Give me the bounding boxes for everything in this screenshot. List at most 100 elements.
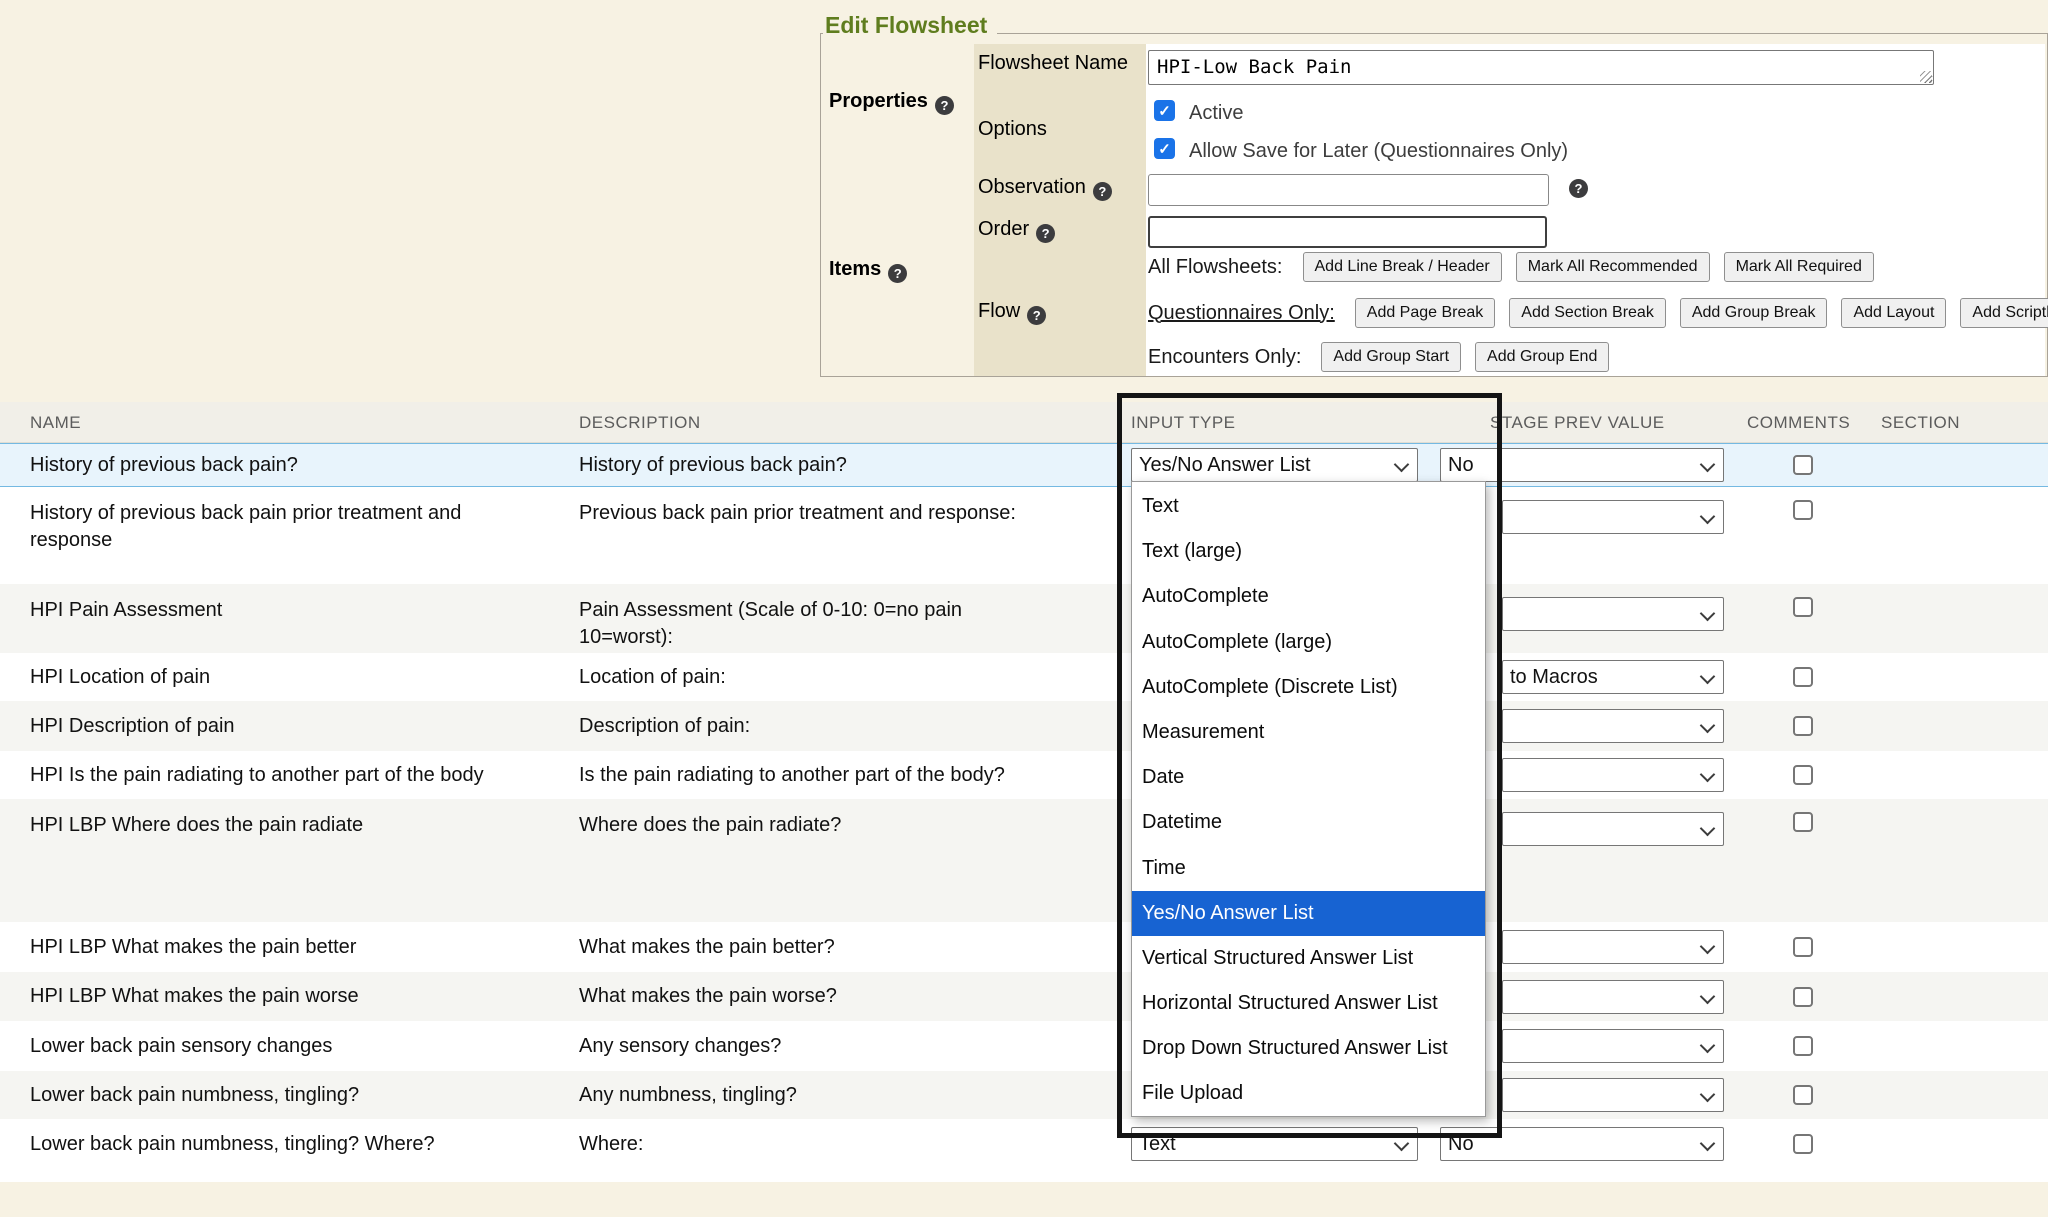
row-section-cell (1881, 922, 2001, 972)
input-type-select[interactable]: Text (1131, 1127, 1418, 1161)
row-comments-cell (1793, 922, 1823, 972)
add-section-break-button[interactable]: Add Section Break (1509, 298, 1666, 328)
comments-checkbox[interactable] (1793, 1085, 1813, 1105)
add-group-start-button[interactable]: Add Group Start (1321, 342, 1461, 372)
add-group-break-button[interactable]: Add Group Break (1680, 298, 1828, 328)
check-icon: ✓ (1158, 140, 1171, 158)
comments-checkbox[interactable] (1793, 716, 1813, 736)
table-row[interactable]: HPI LBP What makes the pain better What … (0, 922, 2048, 972)
row-section-cell (1881, 751, 2001, 799)
label-column-background (974, 44, 1146, 376)
order-input[interactable] (1148, 216, 1547, 248)
table-row[interactable]: HPI LBP Where does the pain radiate Wher… (0, 799, 2048, 922)
comments-checkbox[interactable] (1793, 765, 1813, 785)
add-scriptlet-button[interactable]: Add Scriptlet (1960, 298, 2048, 328)
dropdown-option[interactable]: AutoComplete (large) (1132, 620, 1485, 665)
stage-prev-select[interactable]: No (1440, 1127, 1724, 1161)
stage-prev-select[interactable] (1502, 758, 1724, 792)
dropdown-option[interactable]: AutoComplete (1132, 574, 1485, 619)
dropdown-option[interactable]: Date (1132, 755, 1485, 800)
dropdown-option[interactable]: Datetime (1132, 800, 1485, 845)
row-description-cell: Any sensory changes? (579, 1021, 1039, 1071)
input-type-select[interactable]: Yes/No Answer List (1131, 448, 1418, 482)
help-icon[interactable]: ? (935, 96, 954, 115)
stage-prev-select[interactable] (1502, 812, 1724, 846)
help-icon[interactable]: ? (1569, 179, 1588, 198)
comments-checkbox[interactable] (1793, 500, 1813, 520)
header-section: SECTION (1881, 402, 1960, 443)
comments-checkbox[interactable] (1793, 1134, 1813, 1154)
encounters-only-row: Encounters Only: Add Group Start Add Gro… (1148, 340, 1609, 374)
table-row[interactable]: Lower back pain numbness, tingling? Any … (0, 1071, 2048, 1119)
chevron-down-icon (1700, 939, 1716, 955)
dropdown-option[interactable]: Horizontal Structured Answer List (1132, 981, 1485, 1026)
row-stage-prev-cell: No (1440, 444, 1724, 486)
help-icon[interactable]: ? (888, 264, 907, 283)
mark-all-recommended-button[interactable]: Mark All Recommended (1516, 252, 1710, 282)
table-row[interactable]: History of previous back pain prior trea… (0, 487, 2048, 584)
row-comments-cell (1793, 972, 1823, 1021)
stage-prev-select[interactable]: to Macros (1502, 660, 1724, 694)
dropdown-option-selected[interactable]: Yes/No Answer List (1132, 891, 1485, 936)
dropdown-option[interactable]: File Upload (1132, 1071, 1485, 1116)
flowsheet-name-input[interactable]: HPI-Low Back Pain (1148, 50, 1934, 85)
table-row[interactable]: History of previous back pain? History o… (0, 443, 2048, 487)
properties-section-label: Properties? (829, 90, 954, 115)
observation-input[interactable] (1148, 174, 1549, 206)
comments-checkbox[interactable] (1793, 937, 1813, 957)
table-row[interactable]: HPI LBP What makes the pain worse What m… (0, 972, 2048, 1021)
row-stage-prev-cell (1502, 922, 1724, 972)
table-row[interactable]: Lower back pain numbness, tingling? Wher… (0, 1119, 2048, 1169)
table-row[interactable]: HPI Location of pain Location of pain: t… (0, 653, 2048, 701)
stage-prev-select[interactable] (1502, 597, 1724, 631)
active-checkbox[interactable]: ✓ (1154, 100, 1175, 121)
comments-checkbox[interactable] (1793, 667, 1813, 687)
mark-all-required-button[interactable]: Mark All Required (1724, 252, 1874, 282)
allow-save-checkbox-label: Allow Save for Later (Questionnaires Onl… (1189, 140, 1568, 163)
dropdown-option[interactable]: Drop Down Structured Answer List (1132, 1026, 1485, 1071)
comments-checkbox[interactable] (1793, 455, 1813, 475)
row-comments-cell (1793, 799, 1823, 922)
add-layout-button[interactable]: Add Layout (1841, 298, 1946, 328)
stage-prev-select[interactable] (1502, 1029, 1724, 1063)
add-group-end-button[interactable]: Add Group End (1475, 342, 1609, 372)
comments-checkbox[interactable] (1793, 812, 1813, 832)
dropdown-option[interactable]: Measurement (1132, 710, 1485, 755)
dropdown-option[interactable]: AutoComplete (Discrete List) (1132, 665, 1485, 710)
allow-save-checkbox[interactable]: ✓ (1154, 138, 1175, 159)
row-description-cell: Location of pain: (579, 653, 1039, 701)
questionnaires-only-label[interactable]: Questionnaires Only: (1148, 302, 1335, 325)
comments-checkbox[interactable] (1793, 987, 1813, 1007)
add-page-break-button[interactable]: Add Page Break (1355, 298, 1496, 328)
table-row[interactable]: HPI Is the pain radiating to another par… (0, 751, 2048, 799)
dropdown-option[interactable]: Text (large) (1132, 529, 1485, 574)
row-name-cell: History of previous back pain? (30, 444, 535, 486)
help-icon[interactable]: ? (1027, 306, 1046, 325)
help-icon[interactable]: ? (1036, 224, 1055, 243)
chevron-down-icon (1700, 988, 1716, 1004)
table-row[interactable]: HPI Pain Assessment Pain Assessment (Sca… (0, 584, 2048, 653)
dropdown-option[interactable]: Vertical Structured Answer List (1132, 936, 1485, 981)
comments-checkbox[interactable] (1793, 1036, 1813, 1056)
table-row[interactable]: HPI Description of pain Description of p… (0, 701, 2048, 751)
stage-prev-select[interactable]: No (1440, 448, 1724, 482)
order-label: Order? (978, 218, 1055, 243)
comments-checkbox[interactable] (1793, 597, 1813, 617)
row-comments-cell (1793, 751, 1823, 799)
table-row[interactable]: Lower back pain sensory changes Any sens… (0, 1021, 2048, 1071)
help-icon[interactable]: ? (1093, 182, 1112, 201)
stage-prev-select[interactable] (1502, 500, 1724, 534)
stage-prev-select[interactable] (1502, 980, 1724, 1014)
row-section-cell (1881, 444, 2001, 486)
dropdown-option[interactable]: Text (1132, 484, 1485, 529)
resize-grip-icon[interactable] (1920, 71, 1932, 83)
dropdown-option[interactable]: Time (1132, 846, 1485, 891)
stage-prev-select[interactable] (1502, 930, 1724, 964)
row-comments-cell (1793, 701, 1823, 751)
row-description-cell: History of previous back pain? (579, 444, 1039, 486)
stage-prev-select[interactable] (1502, 709, 1724, 743)
row-description-cell: Previous back pain prior treatment and r… (579, 487, 1039, 584)
stage-prev-select[interactable] (1502, 1078, 1724, 1112)
add-line-break-header-button[interactable]: Add Line Break / Header (1303, 252, 1502, 282)
chevron-down-icon (1394, 457, 1410, 473)
